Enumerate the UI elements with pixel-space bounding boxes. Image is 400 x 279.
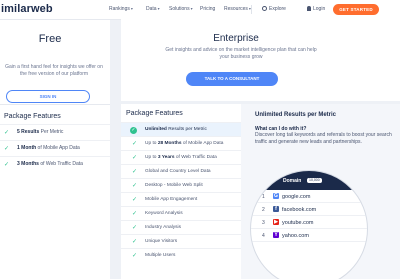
check-icon: ✓ xyxy=(132,183,138,189)
domain-name: youtube.com xyxy=(282,219,314,226)
info-title: Unlimited Results per Metric xyxy=(255,112,337,118)
yahoo-icon: Y xyxy=(273,232,279,238)
chevron-down-icon: ▾ xyxy=(190,6,193,11)
nav-resources[interactable]: Resources▾ xyxy=(224,6,251,12)
feature-item-unlimited-results[interactable]: ✓ Unlimited Results per Metric xyxy=(121,122,241,136)
domain-name: yahoo.com xyxy=(282,232,309,239)
feature-item-industry-analysis[interactable]: ✓ Industry Analysis xyxy=(121,220,241,234)
check-icon: ✓ xyxy=(132,197,138,203)
youtube-icon: ▶ xyxy=(273,219,279,225)
nav-explore[interactable]: Explore xyxy=(262,6,286,12)
table-row: 4 Y yahoo.com xyxy=(251,229,367,242)
nav-explore-label: Explore xyxy=(269,6,286,12)
check-icon: ✓ xyxy=(4,130,10,136)
enterprise-plan-title: Enterprise xyxy=(213,33,259,44)
feature-text: Industry Analysis xyxy=(145,225,181,230)
nav-solutions-label: Solutions xyxy=(169,6,190,12)
check-icon: ✓ xyxy=(132,155,138,161)
feature-text: Unique Visitors xyxy=(145,239,178,244)
free-plan-description: Gain a first hand feel for insights we o… xyxy=(5,64,103,77)
domain-column-header: Domain xyxy=(283,178,302,184)
nav-rankings-label: Rankings xyxy=(109,6,130,12)
feature-item-mobile-app-engagement[interactable]: ✓ Mobile App Engagement xyxy=(121,192,241,206)
get-started-button[interactable]: GET STARTED xyxy=(333,4,379,15)
table-header: Domain 10,000 xyxy=(251,171,367,190)
feature-text: 1 Month of Mobile App Data xyxy=(17,145,80,151)
domain-name: facebook.com xyxy=(282,206,317,213)
enterprise-plan-description: Get insights and advice on the market in… xyxy=(165,47,317,60)
talk-to-consultant-button[interactable]: TALK TO A CONSULTANT xyxy=(186,72,278,86)
check-icon: ✓ xyxy=(132,225,138,231)
sign-in-button[interactable]: SIGN IN xyxy=(6,90,90,103)
nav-login[interactable]: Login xyxy=(307,6,325,12)
domain-table-illustration: Domain 10,000 1 G google.com 2 f faceboo… xyxy=(250,170,368,279)
feature-item-unique-visitors[interactable]: ✓ Unique Visitors xyxy=(121,234,241,248)
user-icon xyxy=(307,6,311,11)
nav-pricing-label: Pricing xyxy=(200,6,216,12)
free-features-panel: Package Features ✓ 5 Results Per Metric … xyxy=(0,104,110,279)
table-row: 1 G google.com xyxy=(251,190,367,203)
feature-text: Desktop - Mobile Web Split xyxy=(145,183,203,188)
nav-data[interactable]: Data▾ xyxy=(146,6,160,12)
feature-text: 5 Results Per Metric xyxy=(17,129,64,135)
list-item: ✓ 5 Results Per Metric xyxy=(0,124,110,140)
check-icon: ✓ xyxy=(132,141,138,147)
compass-icon xyxy=(262,6,267,11)
feature-item-keyword-analysis[interactable]: ✓ Keyword Analysis xyxy=(121,206,241,220)
check-icon: ✓ xyxy=(4,146,10,152)
feature-text: Mobile App Engagement xyxy=(145,197,198,202)
free-plan-card: Free Gain a first hand feel for insights… xyxy=(0,20,110,104)
feature-text: Multiple Users xyxy=(145,253,176,258)
nav-rankings[interactable]: Rankings▾ xyxy=(109,6,133,12)
feature-text: Unlimited Results per Metric xyxy=(145,127,207,132)
feature-text: 3 Months of Web Traffic Data xyxy=(17,161,83,167)
check-icon: ✓ xyxy=(4,162,10,168)
check-icon: ✓ xyxy=(130,127,137,134)
feature-text: Up to 3 Years of Web Traffic Data xyxy=(145,155,217,160)
nav-pricing[interactable]: Pricing xyxy=(200,6,215,12)
facebook-icon: f xyxy=(273,206,279,212)
count-badge: 10,000 xyxy=(307,178,322,183)
chevron-down-icon: ▾ xyxy=(157,6,160,11)
nav-login-label: Login xyxy=(313,6,326,12)
feature-text: Global and Country Level Data xyxy=(145,169,211,174)
free-plan-title: Free xyxy=(38,33,62,45)
enterprise-features-title: Package Features xyxy=(126,110,183,117)
feature-item-mobile-app-data[interactable]: ✓ Up to 28 Months of Mobile App Data xyxy=(121,136,241,150)
chevron-down-icon: ▾ xyxy=(130,6,133,11)
list-item: ✓ 1 Month of Mobile App Data xyxy=(0,140,110,156)
nav-divider xyxy=(251,5,252,14)
table-row: 2 f facebook.com xyxy=(251,203,367,216)
nav-data-label: Data xyxy=(146,6,157,12)
list-item: ✓ 3 Months of Web Traffic Data xyxy=(0,156,110,172)
free-features-title: Package Features xyxy=(4,113,61,120)
feature-item-web-traffic-data[interactable]: ✓ Up to 3 Years of Web Traffic Data xyxy=(121,150,241,164)
check-icon: ✓ xyxy=(132,169,138,175)
check-icon: ✓ xyxy=(132,239,138,245)
row-number: 2 xyxy=(262,207,265,213)
domain-name: google.com xyxy=(282,193,311,200)
row-number: 3 xyxy=(262,220,265,226)
google-icon: G xyxy=(273,193,279,199)
nav-solutions[interactable]: Solutions▾ xyxy=(169,6,193,12)
enterprise-features-panel: Package Features ✓ Unlimited Results per… xyxy=(121,104,241,279)
feature-text: Keyword Analysis xyxy=(145,211,183,216)
nav-resources-label: Resources xyxy=(224,6,248,12)
info-description: Discover long tail keywords and referral… xyxy=(255,132,392,145)
row-number: 1 xyxy=(262,194,265,200)
feature-item-multiple-users[interactable]: ✓ Multiple Users xyxy=(121,248,241,262)
check-icon: ✓ xyxy=(132,211,138,217)
enterprise-plan-card: Enterprise Get insights and advice on th… xyxy=(121,15,400,101)
feature-item-global-country[interactable]: ✓ Global and Country Level Data xyxy=(121,164,241,178)
table-row: 3 ▶ youtube.com xyxy=(251,216,367,229)
feature-text: Up to 28 Months of Mobile App Data xyxy=(145,141,224,146)
feature-item-desktop-mobile-split[interactable]: ✓ Desktop - Mobile Web Split xyxy=(121,178,241,192)
row-number: 4 xyxy=(262,233,265,239)
check-icon: ✓ xyxy=(132,253,138,259)
logo[interactable]: imilarweb xyxy=(1,3,53,15)
